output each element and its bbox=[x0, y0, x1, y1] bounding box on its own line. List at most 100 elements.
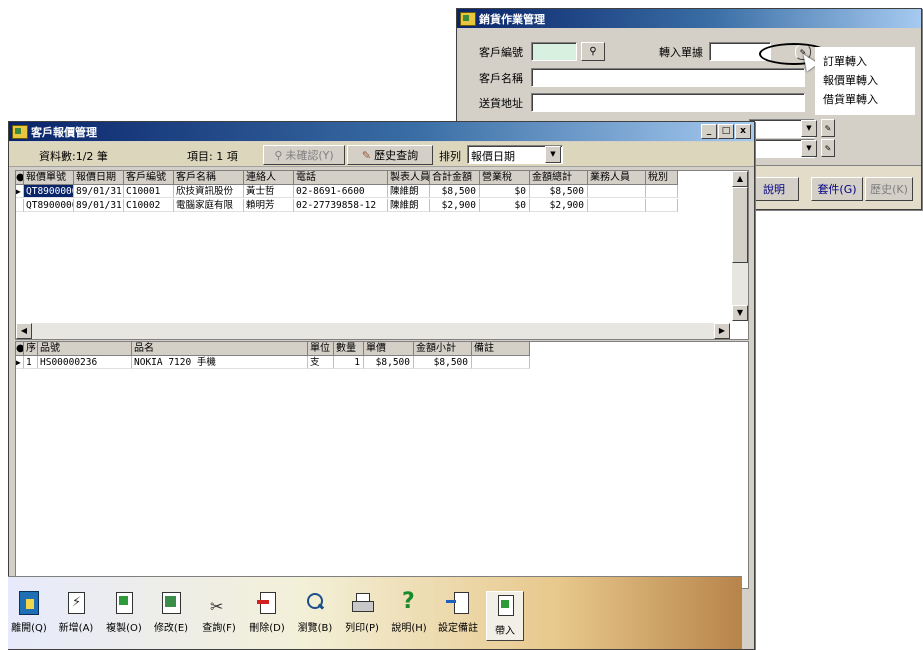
menu-item-loan[interactable]: 借貨單轉入 bbox=[823, 91, 878, 107]
col-customer-name[interactable]: 客戶名稱 bbox=[174, 171, 244, 184]
ship-addr-field[interactable] bbox=[531, 93, 805, 112]
edit-icon bbox=[159, 591, 183, 615]
pencil-icon: ✎ bbox=[361, 148, 372, 162]
cell-quote-date[interactable]: 89/01/31 bbox=[74, 185, 124, 198]
quote-window-titlebar[interactable]: 客戶報價管理 _ □ x bbox=[9, 122, 754, 141]
maximize-button[interactable]: □ bbox=[718, 124, 734, 139]
dropdown-arrow-2[interactable]: ▼ bbox=[801, 140, 817, 157]
close-button[interactable]: x bbox=[735, 124, 751, 139]
col-item-no[interactable]: 品號 bbox=[38, 342, 132, 355]
cell-creator[interactable]: 陳維朗 bbox=[388, 199, 430, 212]
cell-salesperson[interactable] bbox=[588, 185, 646, 198]
accessory-button[interactable]: 套件(G) bbox=[811, 177, 863, 201]
cell-customer-name[interactable]: 電腦家庭有限 bbox=[174, 199, 244, 212]
col-phone[interactable]: 電話 bbox=[294, 171, 388, 184]
col-amount[interactable]: 金額小計 bbox=[414, 342, 472, 355]
col-quote-no[interactable]: 報價單號 bbox=[24, 171, 74, 184]
dropdown-arrow-1[interactable]: ▼ bbox=[801, 120, 817, 137]
set-note-button[interactable]: 設定備註 bbox=[434, 577, 482, 645]
delete-button[interactable]: 刪除(D) bbox=[244, 577, 290, 645]
cell-qty[interactable]: 1 bbox=[334, 356, 364, 369]
scroll-up-arrow[interactable]: ▲ bbox=[732, 171, 748, 187]
col-tax[interactable]: 營業稅 bbox=[480, 171, 530, 184]
cell-quote-no[interactable]: QT89000001 bbox=[24, 185, 74, 198]
col-contact[interactable]: 連絡人 bbox=[244, 171, 294, 184]
cell-total[interactable]: $2,900 bbox=[530, 199, 588, 212]
cell-quote-date[interactable]: 89/01/31 bbox=[74, 199, 124, 212]
menu-item-order[interactable]: 訂單轉入 bbox=[823, 53, 867, 69]
sort-select[interactable]: 報價日期 ▼ bbox=[467, 145, 563, 164]
table-row[interactable]: ▶ QT89000001 89/01/31 C10001 欣技資訊股份 黃士哲 … bbox=[16, 185, 678, 198]
browse-button[interactable]: 瀏覽(B) bbox=[292, 577, 338, 645]
cell-salesperson[interactable] bbox=[588, 199, 646, 212]
col-tax-type[interactable]: 稅別 bbox=[646, 171, 678, 184]
cell-contact[interactable]: 賴明芳 bbox=[244, 199, 294, 212]
cell-customer-no[interactable]: C10001 bbox=[124, 185, 174, 198]
col-subtotal[interactable]: 合計金額 bbox=[430, 171, 480, 184]
table-row[interactable]: QT89000002 89/01/31 C10002 電腦家庭有限 賴明芳 02… bbox=[16, 199, 678, 212]
cell-subtotal[interactable]: $8,500 bbox=[430, 185, 480, 198]
col-total[interactable]: 金額總計 bbox=[530, 171, 588, 184]
col-customer-no[interactable]: 客戶編號 bbox=[124, 171, 174, 184]
sales-window-titlebar[interactable]: 銷貨作業管理 bbox=[457, 9, 921, 28]
col-unit[interactable]: 單位 bbox=[308, 342, 334, 355]
header-marker: ● bbox=[16, 171, 24, 184]
cell-contact[interactable]: 黃士哲 bbox=[244, 185, 294, 198]
minimize-button[interactable]: _ bbox=[701, 124, 717, 139]
cell-phone[interactable]: 02-8691-6600 bbox=[294, 185, 388, 198]
cell-customer-name[interactable]: 欣技資訊股份 bbox=[174, 185, 244, 198]
menu-item-quote[interactable]: 報價單轉入 bbox=[823, 72, 878, 88]
quote-horizontal-scrollbar[interactable]: ◀ ▶ bbox=[16, 323, 730, 339]
col-note[interactable]: 備註 bbox=[472, 342, 530, 355]
pick-button-1[interactable]: ✎ bbox=[821, 119, 835, 137]
col-quote-date[interactable]: 報價日期 bbox=[74, 171, 124, 184]
customer-lookup-button[interactable]: ⚲ bbox=[581, 42, 605, 61]
cell-tax[interactable]: $0 bbox=[480, 185, 530, 198]
cell-tax-type[interactable] bbox=[646, 199, 678, 212]
cell-price[interactable]: $8,500 bbox=[364, 356, 414, 369]
col-item-name[interactable]: 品名 bbox=[132, 342, 308, 355]
history-button[interactable]: 歷史(K) bbox=[865, 177, 913, 201]
cell-creator[interactable]: 陳維朗 bbox=[388, 185, 430, 198]
cell-total[interactable]: $8,500 bbox=[530, 185, 588, 198]
cell-seq[interactable]: 1 bbox=[24, 356, 38, 369]
unconfirmed-button[interactable]: ⚲ 未確認(Y) bbox=[263, 145, 345, 165]
cell-item-no[interactable]: HS00000236 bbox=[38, 356, 132, 369]
print-button[interactable]: 列印(P) bbox=[340, 577, 384, 645]
sales-help-button[interactable]: 說明 bbox=[749, 177, 799, 201]
help-button[interactable]: ? 說明(H) bbox=[386, 577, 432, 645]
cell-subtotal[interactable]: $2,900 bbox=[430, 199, 480, 212]
quote-vertical-scrollbar[interactable]: ▲ ▼ bbox=[732, 171, 748, 321]
history-query-button[interactable]: ✎ 歷史查詢 bbox=[347, 145, 433, 165]
cell-tax-type[interactable] bbox=[646, 185, 678, 198]
scroll-right-arrow[interactable]: ▶ bbox=[714, 323, 730, 339]
customer-name-field[interactable] bbox=[531, 68, 805, 87]
scroll-down-arrow[interactable]: ▼ bbox=[732, 305, 748, 321]
col-price[interactable]: 單價 bbox=[364, 342, 414, 355]
customer-no-field[interactable] bbox=[531, 42, 577, 61]
cell-unit[interactable]: 支 bbox=[308, 356, 334, 369]
exit-button[interactable]: 離開(Q) bbox=[10, 577, 48, 645]
scroll-left-arrow[interactable]: ◀ bbox=[16, 323, 32, 339]
import-button[interactable]: 帶入 bbox=[486, 591, 524, 641]
col-qty[interactable]: 數量 bbox=[334, 342, 364, 355]
pick-button-2[interactable]: ✎ bbox=[821, 139, 835, 157]
col-seq[interactable]: 序 bbox=[24, 342, 38, 355]
new-button[interactable]: ⚡ 新增(A) bbox=[52, 577, 100, 645]
edit-button[interactable]: 修改(E) bbox=[148, 577, 194, 645]
cell-amount[interactable]: $8,500 bbox=[414, 356, 472, 369]
cell-note[interactable] bbox=[472, 356, 530, 369]
sort-dropdown-arrow[interactable]: ▼ bbox=[545, 146, 561, 163]
cell-item-name[interactable]: NOKIA 7120 手機 bbox=[132, 356, 308, 369]
col-creator[interactable]: 製表人員 bbox=[388, 171, 430, 184]
cell-quote-no[interactable]: QT89000002 bbox=[24, 199, 74, 212]
cell-tax[interactable]: $0 bbox=[480, 199, 530, 212]
copy-button[interactable]: 複製(O) bbox=[102, 577, 146, 645]
col-salesperson[interactable]: 業務人員 bbox=[588, 171, 646, 184]
cell-customer-no[interactable]: C10002 bbox=[124, 199, 174, 212]
list-item[interactable]: ▶ 1 HS00000236 NOKIA 7120 手機 支 1 $8,500 … bbox=[16, 356, 530, 369]
scroll-thumb[interactable] bbox=[732, 187, 748, 263]
cell-phone[interactable]: 02-27739858-12 bbox=[294, 199, 388, 212]
query-button[interactable]: ✂ 查詢(F) bbox=[196, 577, 242, 645]
pencil-icon: ✎ bbox=[824, 123, 832, 133]
